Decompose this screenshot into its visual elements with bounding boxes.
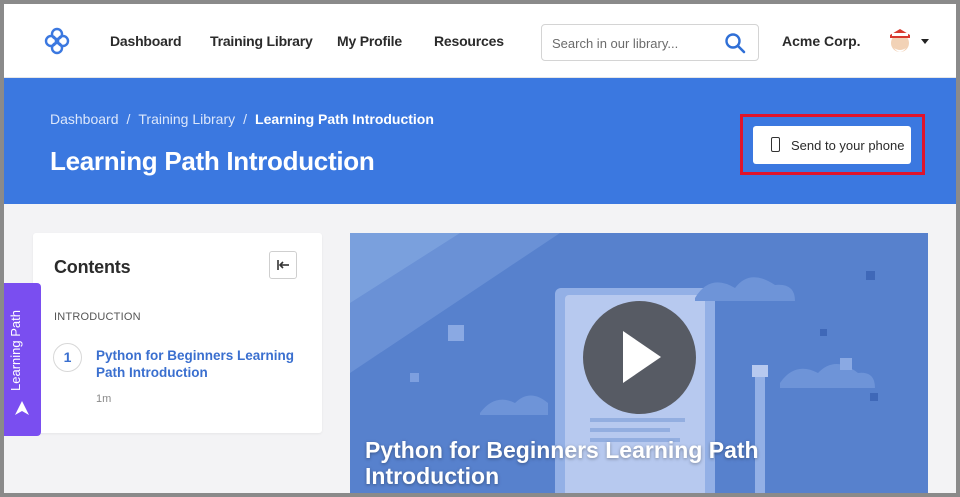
navigation-arrow-icon	[15, 401, 29, 415]
breadcrumb-training-library[interactable]: Training Library	[138, 111, 235, 127]
video-player[interactable]: Python for Beginners Learning Path Intro…	[350, 233, 928, 493]
play-icon	[623, 331, 661, 383]
step-duration: 1m	[96, 393, 112, 405]
play-button[interactable]	[583, 301, 696, 414]
nav-my-profile[interactable]: My Profile	[337, 33, 402, 49]
contents-panel: Contents INTRODUCTION 1 Python for Begin…	[33, 233, 322, 433]
learning-path-tab-label: Learning Path	[8, 310, 23, 391]
video-title: Python for Beginners Learning Path Intro…	[365, 437, 759, 489]
step-title-link[interactable]: Python for Beginners Learning Path Intro…	[96, 347, 301, 381]
phone-icon	[771, 137, 780, 152]
contents-title: Contents	[54, 257, 131, 277]
search-input[interactable]	[552, 33, 712, 53]
nav-training-library[interactable]: Training Library	[210, 33, 313, 49]
avatar[interactable]	[886, 26, 914, 56]
organization-name[interactable]: Acme Corp.	[782, 33, 861, 49]
logo-icon[interactable]	[42, 26, 72, 56]
avatar-dropdown-caret-icon[interactable]	[921, 39, 929, 44]
breadcrumb: Dashboard / Training Library / Learning Path…	[50, 111, 434, 127]
hero-banner: Dashboard / Training Library / Learning Path…	[4, 78, 956, 204]
collapse-contents-button[interactable]	[269, 251, 297, 279]
learning-path-tab[interactable]: Learning Path	[4, 283, 41, 436]
send-to-phone-button[interactable]: Send to your phone	[753, 126, 911, 164]
nav-dashboard[interactable]: Dashboard	[110, 33, 182, 49]
search-box	[541, 24, 759, 61]
nav-resources[interactable]: Resources	[434, 33, 504, 49]
step-number: 1	[53, 343, 82, 372]
breadcrumb-separator: /	[126, 111, 131, 127]
send-to-phone-label: Send to your phone	[791, 137, 905, 153]
breadcrumb-current: Learning Path Introduction	[255, 111, 434, 127]
app-frame: Dashboard Training Library My Profile Re…	[0, 0, 960, 497]
top-navigation: Dashboard Training Library My Profile Re…	[4, 4, 956, 78]
collapse-left-icon	[277, 260, 289, 270]
page-title: Learning Path Introduction	[50, 146, 375, 176]
search-icon[interactable]	[724, 32, 746, 54]
section-label: INTRODUCTION	[54, 311, 141, 323]
breadcrumb-dashboard[interactable]: Dashboard	[50, 111, 119, 127]
breadcrumb-separator: /	[243, 111, 248, 127]
